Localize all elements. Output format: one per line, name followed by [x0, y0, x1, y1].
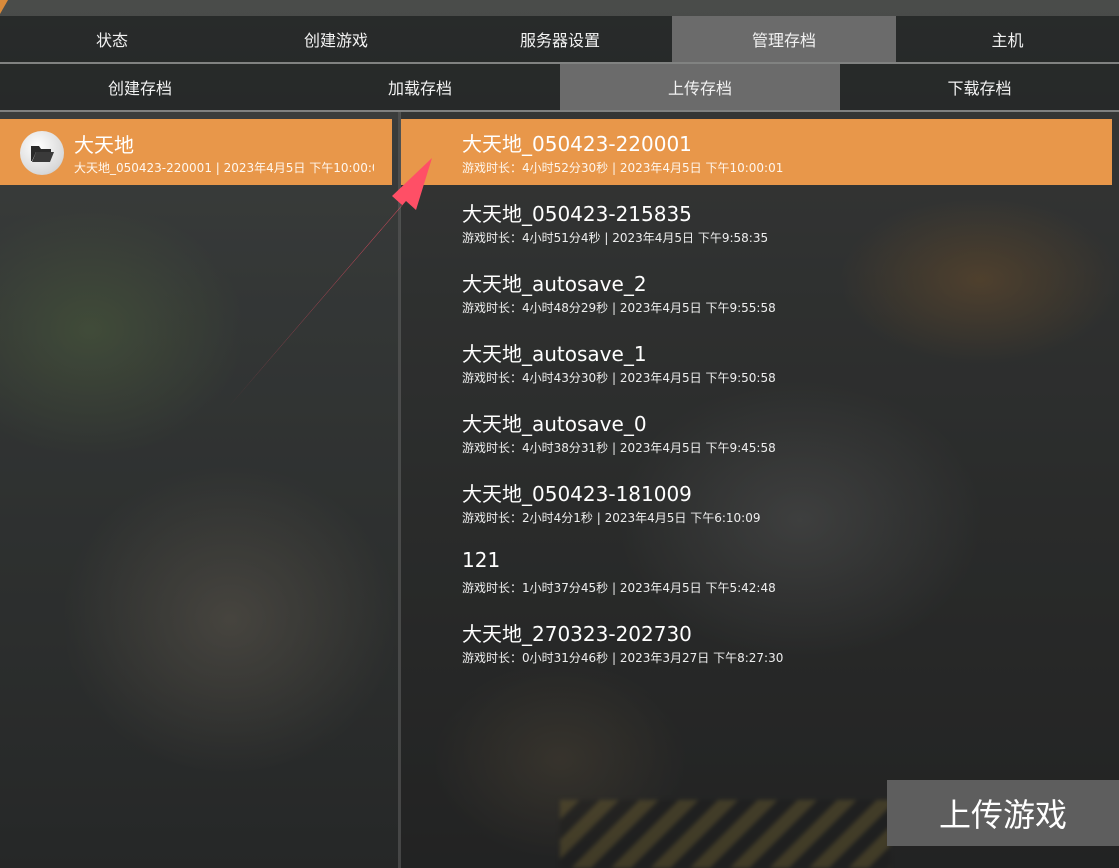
save-list-item[interactable]: 大天地_270323-202730 游戏时长：0小时31分46秒 | 2023年…	[401, 609, 1112, 675]
save-title: 大天地_autosave_1	[462, 342, 647, 366]
save-list-item[interactable]: 大天地_autosave_1 游戏时长：4小时43分30秒 | 2023年4月5…	[401, 329, 1112, 395]
save-list-item[interactable]: 大天地_autosave_2 游戏时长：4小时48分29秒 | 2023年4月5…	[401, 259, 1112, 325]
tab-load-save[interactable]: 加载存档	[280, 64, 560, 110]
save-list-item[interactable]: 大天地_autosave_0 游戏时长：4小时38分31秒 | 2023年4月5…	[401, 399, 1112, 465]
corner-marker	[0, 0, 8, 14]
tab-create-game[interactable]: 创建游戏	[224, 16, 448, 62]
tab-host[interactable]: 主机	[896, 16, 1119, 62]
save-meta: 游戏时长：0小时31分46秒 | 2023年3月27日 下午8:27:30	[462, 651, 784, 665]
tab-server-settings[interactable]: 服务器设置	[448, 16, 672, 62]
save-title: 大天地_050423-181009	[462, 482, 692, 506]
save-meta: 游戏时长：1小时37分45秒 | 2023年4月5日 下午5:42:48	[462, 581, 776, 595]
tab-download-save[interactable]: 下载存档	[840, 64, 1119, 110]
save-title: 大天地_050423-220001	[462, 132, 692, 156]
save-list-item[interactable]: 大天地_050423-215835 游戏时长：4小时51分4秒 | 2023年4…	[401, 189, 1112, 255]
folder-open-icon	[20, 131, 64, 175]
world-list-item[interactable]: 大天地 大天地_050423-220001 | 2023年4月5日 下午10:0…	[0, 119, 392, 185]
save-list-item[interactable]: 121 游戏时长：1小时37分45秒 | 2023年4月5日 下午5:42:48	[401, 539, 1112, 605]
save-title: 大天地_autosave_0	[462, 412, 647, 436]
save-meta: 游戏时长：4小时52分30秒 | 2023年4月5日 下午10:00:01	[462, 161, 784, 175]
save-meta: 游戏时长：4小时38分31秒 | 2023年4月5日 下午9:45:58	[462, 441, 776, 455]
save-meta: 游戏时长：4小时48分29秒 | 2023年4月5日 下午9:55:58	[462, 301, 776, 315]
save-title: 大天地_270323-202730	[462, 622, 692, 646]
world-title: 大天地	[74, 133, 134, 157]
main-tab-bar: 状态 创建游戏 服务器设置 管理存档 主机	[0, 16, 1119, 62]
save-list-item[interactable]: 大天地_050423-220001 游戏时长：4小时52分30秒 | 2023年…	[401, 119, 1112, 185]
tab-create-save[interactable]: 创建存档	[0, 64, 280, 110]
tab-upload-save[interactable]: 上传存档	[560, 64, 840, 110]
save-title: 大天地_autosave_2	[462, 272, 647, 296]
upload-game-button[interactable]: 上传游戏	[887, 780, 1119, 846]
save-meta: 游戏时长：4小时43分30秒 | 2023年4月5日 下午9:50:58	[462, 371, 776, 385]
world-list-panel: 大天地 大天地_050423-220001 | 2023年4月5日 下午10:0…	[0, 112, 400, 868]
save-meta: 游戏时长：2小时4分1秒 | 2023年4月5日 下午6:10:09	[462, 511, 761, 525]
save-list-panel: 大天地_050423-220001 游戏时长：4小时52分30秒 | 2023年…	[401, 112, 1119, 868]
tab-status[interactable]: 状态	[0, 16, 224, 62]
save-title: 121	[462, 548, 501, 572]
save-list-item[interactable]: 大天地_050423-181009 游戏时长：2小时4分1秒 | 2023年4月…	[401, 469, 1112, 535]
tab-manage-saves[interactable]: 管理存档	[672, 16, 896, 62]
save-title: 大天地_050423-215835	[462, 202, 692, 226]
sub-tab-bar: 创建存档 加载存档 上传存档 下载存档	[0, 64, 1119, 110]
save-meta: 游戏时长：4小时51分4秒 | 2023年4月5日 下午9:58:35	[462, 231, 769, 245]
world-subtitle: 大天地_050423-220001 | 2023年4月5日 下午10:00:0	[74, 161, 374, 175]
